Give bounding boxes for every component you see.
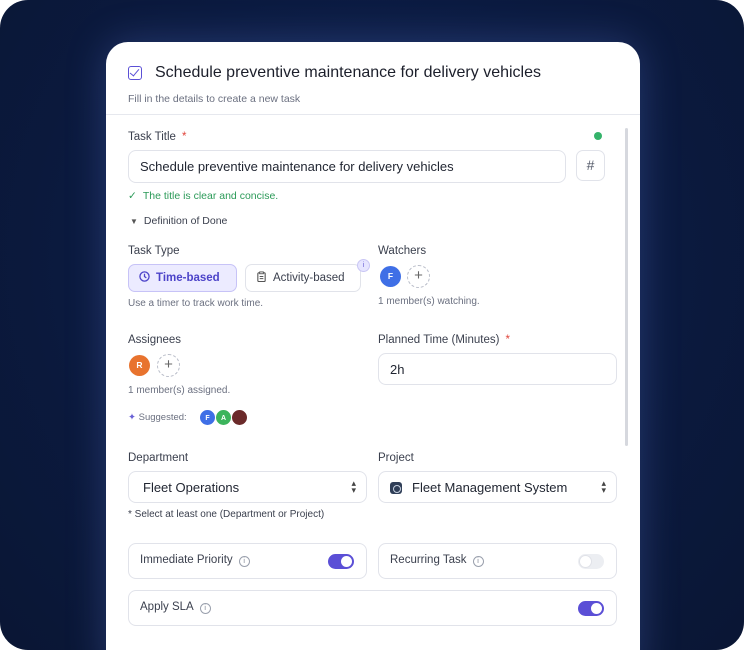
watchers-count: 1 member(s) watching.: [378, 296, 480, 307]
dialog-header: Schedule preventive maintenance for deli…: [106, 42, 640, 115]
project-label: Project: [378, 452, 414, 464]
title-validation-message: The title is clear and concise.: [128, 190, 278, 202]
info-icon[interactable]: i: [199, 603, 211, 614]
project-icon: [390, 482, 402, 494]
project-value: Fleet Management System: [412, 480, 568, 495]
hashtag-button[interactable]: #: [576, 150, 605, 181]
assignees-count: 1 member(s) assigned.: [128, 385, 231, 396]
department-label: Department: [128, 452, 189, 464]
apply-sla-toggle-row: Apply SLA i: [128, 590, 617, 626]
time-based-label: Time-based: [156, 272, 220, 284]
status-dot: [594, 132, 602, 140]
app-backdrop: Schedule preventive maintenance for deli…: [0, 0, 744, 650]
activity-based-label: Activity-based: [273, 272, 345, 284]
task-type-activity-based[interactable]: Activity-based: [245, 264, 361, 292]
dialog-subtitle: Fill in the details to create a new task: [128, 93, 301, 105]
suggested-avatar[interactable]: A: [215, 409, 232, 426]
info-icon[interactable]: i: [357, 259, 370, 272]
definition-of-done-label: Definition of Done: [143, 215, 228, 227]
create-task-dialog: Schedule preventive maintenance for deli…: [106, 42, 640, 650]
add-assignee-button[interactable]: +: [157, 354, 180, 377]
selection-note: * Select at least one (Department or Pro…: [128, 509, 325, 520]
sparkle-icon: ✦: [128, 412, 136, 423]
immediate-priority-switch[interactable]: [328, 554, 354, 569]
scrollbar[interactable]: [625, 128, 628, 446]
project-select[interactable]: Fleet Management System ▴ ▾: [378, 471, 617, 503]
watcher-avatar[interactable]: F: [380, 266, 401, 287]
checkbox-task-icon: [128, 66, 142, 80]
assignee-avatar[interactable]: R: [129, 355, 150, 376]
add-watcher-button[interactable]: +: [407, 265, 430, 288]
immediate-priority-label: Immediate Priority i: [140, 554, 250, 567]
task-title-label: Task Title *: [128, 131, 187, 143]
definition-of-done-toggle[interactable]: ▼ Definition of Done: [130, 215, 227, 227]
suggested-avatar-photo[interactable]: [231, 409, 248, 426]
clock-icon: [139, 271, 150, 282]
info-icon[interactable]: i: [238, 556, 250, 567]
suggested-assignees: ✦ Suggested:: [128, 412, 187, 423]
task-type-hint: Use a timer to track work time.: [128, 298, 264, 309]
recurring-task-switch[interactable]: [578, 554, 604, 569]
apply-sla-label: Apply SLA i: [140, 601, 211, 614]
chevron-updown-icon: ▴ ▾: [601, 478, 606, 495]
watchers-label: Watchers: [378, 245, 427, 257]
planned-time-input[interactable]: 2h: [378, 353, 617, 385]
suggested-avatar[interactable]: F: [199, 409, 216, 426]
immediate-priority-toggle-row: Immediate Priority i: [128, 543, 367, 579]
dialog-title: Schedule preventive maintenance for deli…: [155, 64, 541, 81]
chevron-updown-icon: ▴ ▾: [351, 478, 356, 495]
department-select[interactable]: Fleet Operations ▴ ▾: [128, 471, 367, 503]
recurring-task-toggle-row: Recurring Task i: [378, 543, 617, 579]
task-type-time-based[interactable]: Time-based: [128, 264, 237, 292]
apply-sla-switch[interactable]: [578, 601, 604, 616]
task-type-label: Task Type: [128, 245, 180, 257]
planned-time-label: Planned Time (Minutes) *: [378, 334, 510, 346]
recurring-task-label: Recurring Task i: [390, 554, 484, 567]
chevron-down-icon: ▼: [130, 217, 138, 226]
suggested-label: Suggested:: [138, 412, 187, 423]
clipboard-icon: [257, 271, 266, 282]
department-value: Fleet Operations: [143, 480, 240, 495]
task-title-input[interactable]: Schedule preventive maintenance for deli…: [128, 150, 566, 183]
info-icon[interactable]: i: [472, 556, 484, 567]
assignees-label: Assignees: [128, 334, 182, 346]
